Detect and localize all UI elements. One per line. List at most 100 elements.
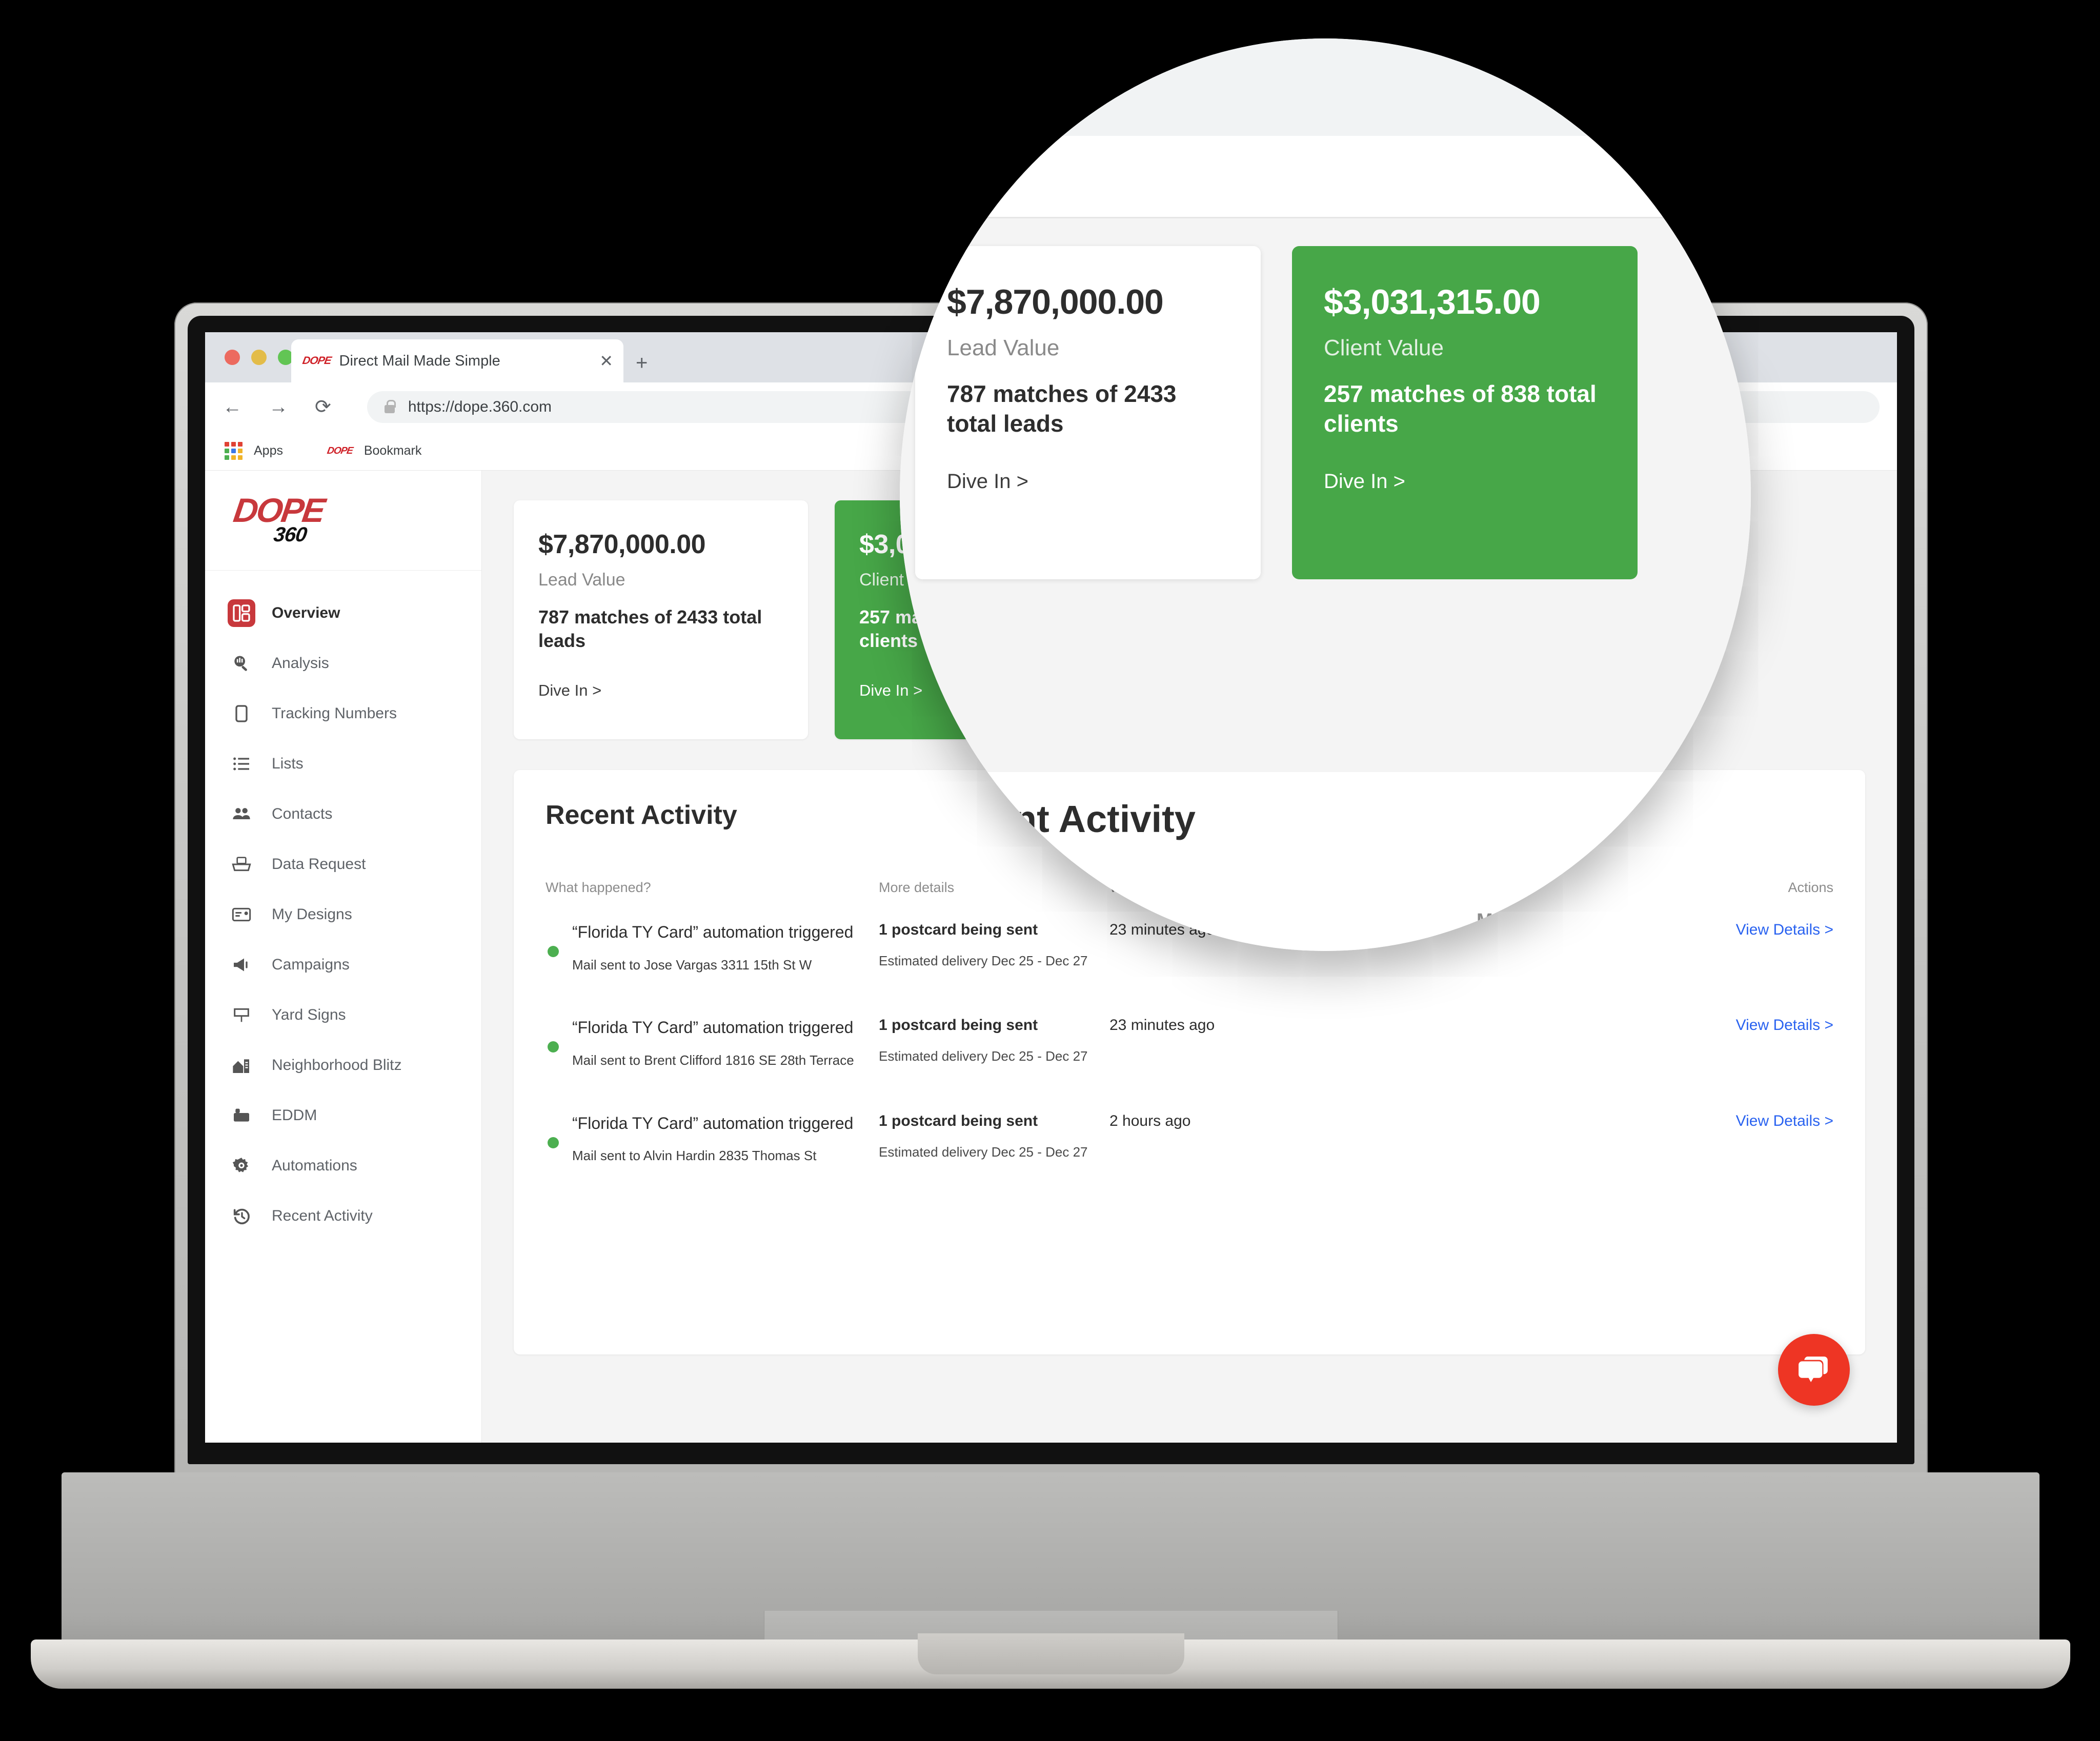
kpi-cards: $7,870,000.00 Lead Value 787 matches of …	[514, 500, 1865, 739]
sidebar: DOPE 360 Overview Analysis Tracking Numb…	[205, 471, 482, 1443]
sidebar-item-overview[interactable]: Overview	[205, 588, 481, 638]
yard-sign-icon	[228, 1001, 255, 1029]
sidebar-item-data-request[interactable]: Data Request	[205, 839, 481, 889]
sidebar-item-label: My Designs	[272, 905, 352, 923]
sidebar-item-label: Contacts	[272, 805, 333, 822]
chat-bubble-icon[interactable]	[1778, 1334, 1850, 1406]
address-bar[interactable]: https://dope.360.com	[367, 391, 1880, 423]
tab-title: Direct Mail Made Simple	[339, 352, 500, 369]
kpi-card-client-value[interactable]: $3,031,315.00 Client Value 257 matches o…	[835, 500, 1129, 739]
activity-what-cell: “Florida TY Card” automation triggered M…	[546, 1112, 879, 1165]
view-details-link[interactable]: View Details >	[1386, 1017, 1833, 1034]
megaphone-icon	[228, 951, 255, 979]
window-controls[interactable]	[225, 350, 293, 365]
sidebar-item-label: Automations	[272, 1157, 357, 1174]
phone-icon	[228, 700, 255, 727]
browser-toolbar: ← → ⟳ https://dope.360.com	[205, 382, 1897, 432]
activity-timestamp: 23 minutes ago	[1109, 921, 1215, 938]
card-design-icon	[228, 901, 255, 928]
lock-icon	[384, 399, 396, 413]
activity-what-cell: “Florida TY Card” automation triggered M…	[546, 921, 879, 974]
bookmark-item-label[interactable]: Bookmark	[364, 443, 422, 458]
kpi-card-lead-value[interactable]: $7,870,000.00 Lead Value 787 matches of …	[514, 500, 808, 739]
column-header-when: When did it happen?	[1109, 880, 1237, 895]
kpi-subtext: 257 matches of 838 total clients	[859, 606, 1073, 652]
table-row[interactable]: “Florida TY Card” automation triggered M…	[546, 991, 1833, 1086]
sidebar-item-label: Campaigns	[272, 956, 350, 973]
sidebar-nav: Overview Analysis Tracking Numbers Lists…	[205, 571, 481, 1241]
sidebar-item-contacts[interactable]: Contacts	[205, 789, 481, 839]
page-title: Recent Activity	[546, 800, 737, 830]
sidebar-item-label: Lists	[272, 755, 304, 772]
bookmark-apps-label[interactable]: Apps	[254, 443, 283, 458]
close-tab-icon[interactable]: ✕	[599, 353, 613, 369]
main-content: $7,870,000.00 Lead Value 787 matches of …	[482, 471, 1897, 1443]
people-icon	[228, 800, 255, 828]
kpi-subtext: 787 matches of 2433 total leads	[538, 606, 762, 652]
browser-tab[interactable]: DOPE Direct Mail Made Simple ✕	[291, 339, 623, 382]
activity-timestamp: 23 minutes ago	[1109, 1017, 1215, 1034]
column-header-more: More details	[879, 880, 955, 895]
magnifier-chart-icon	[228, 650, 255, 677]
sidebar-item-label: Tracking Numbers	[272, 704, 397, 722]
sidebar-item-lists[interactable]: Lists	[205, 739, 481, 789]
activity-estimate: Estimated delivery Dec 25 - Dec 27	[879, 1144, 1088, 1160]
magnifier-divider	[900, 217, 1751, 218]
activity-detail: 1 postcard being sent	[879, 1112, 1038, 1129]
activity-note: Mail sent to Alvin Hardin 2835 Thomas St	[572, 1148, 817, 1164]
kpi-value: $7,870,000.00	[538, 530, 706, 559]
browser-window: DOPE Direct Mail Made Simple ✕ + ← → ⟳ h…	[205, 332, 1897, 1443]
sidebar-item-neighborhood-blitz[interactable]: Neighborhood Blitz	[205, 1040, 481, 1090]
view-details-link[interactable]: View Details >	[1386, 921, 1833, 939]
activity-title: “Florida TY Card” automation triggered	[572, 1114, 854, 1132]
activity-note: Mail sent to Brent Clifford 1816 SE 28th…	[572, 1052, 854, 1068]
sidebar-item-analysis[interactable]: Analysis	[205, 638, 481, 689]
table-row[interactable]: “Florida TY Card” automation triggered M…	[546, 1087, 1833, 1182]
sidebar-item-label: Recent Activity	[272, 1207, 373, 1224]
activity-table-header: What happened? More details When did it …	[546, 880, 1833, 896]
history-clock-icon	[228, 1202, 255, 1230]
table-row[interactable]: “Florida TY Card” automation triggered M…	[546, 896, 1833, 991]
activity-title: “Florida TY Card” automation triggered	[572, 1018, 854, 1037]
sidebar-item-recent-activity[interactable]: Recent Activity	[205, 1191, 481, 1241]
sidebar-item-campaigns[interactable]: Campaigns	[205, 940, 481, 990]
reload-icon[interactable]: ⟳	[315, 397, 331, 417]
dive-in-link[interactable]: Dive In >	[538, 681, 783, 700]
sidebar-item-my-designs[interactable]: My Designs	[205, 889, 481, 940]
kpi-value: $3,031,315.00	[859, 530, 1027, 559]
forward-icon[interactable]: →	[269, 397, 288, 417]
sidebar-item-label: Yard Signs	[272, 1006, 346, 1023]
activity-estimate: Estimated delivery Dec 25 - Dec 27	[879, 953, 1088, 968]
sidebar-item-label: Data Request	[272, 855, 366, 873]
bookmark-favicon-icon: DOPE	[326, 445, 354, 456]
list-icon	[228, 750, 255, 778]
back-icon[interactable]: ←	[223, 397, 242, 417]
sidebar-item-label: Neighborhood Blitz	[272, 1056, 402, 1074]
dive-in-link[interactable]: Dive In >	[859, 681, 1104, 700]
sidebar-item-eddm[interactable]: EDDM	[205, 1090, 481, 1141]
activity-detail-cell: 1 postcard being sent Estimated delivery…	[879, 1112, 1109, 1160]
activity-detail: 1 postcard being sent	[879, 921, 1038, 938]
activity-detail: 1 postcard being sent	[879, 1017, 1038, 1034]
kpi-label: Lead Value	[538, 570, 625, 590]
activity-detail-cell: 1 postcard being sent Estimated delivery…	[879, 921, 1109, 969]
sidebar-item-tracking-numbers[interactable]: Tracking Numbers	[205, 689, 481, 739]
dashboard-icon	[228, 599, 255, 627]
app-root: DOPE 360 Overview Analysis Tracking Numb…	[205, 471, 1897, 1443]
minimize-window-button[interactable]	[251, 350, 267, 365]
view-details-link[interactable]: View Details >	[1386, 1112, 1833, 1130]
close-window-button[interactable]	[225, 350, 240, 365]
sidebar-item-label: Analysis	[272, 654, 329, 672]
apps-grid-icon[interactable]	[225, 442, 243, 460]
status-dot-icon	[548, 1041, 559, 1053]
column-header-what: What happened?	[546, 880, 651, 895]
activity-timestamp: 2 hours ago	[1109, 1112, 1191, 1129]
mailbox-icon	[228, 1102, 255, 1129]
sidebar-item-label: Overview	[272, 604, 340, 621]
sidebar-item-yard-signs[interactable]: Yard Signs	[205, 990, 481, 1040]
sidebar-item-automations[interactable]: Automations	[205, 1141, 481, 1191]
new-tab-icon[interactable]: +	[636, 353, 648, 373]
screenshot-stage: DOPE Direct Mail Made Simple ✕ + ← → ⟳ h…	[0, 0, 2100, 1741]
activity-title: “Florida TY Card” automation triggered	[572, 923, 854, 941]
brand-logo-bottom: 360	[272, 523, 308, 546]
